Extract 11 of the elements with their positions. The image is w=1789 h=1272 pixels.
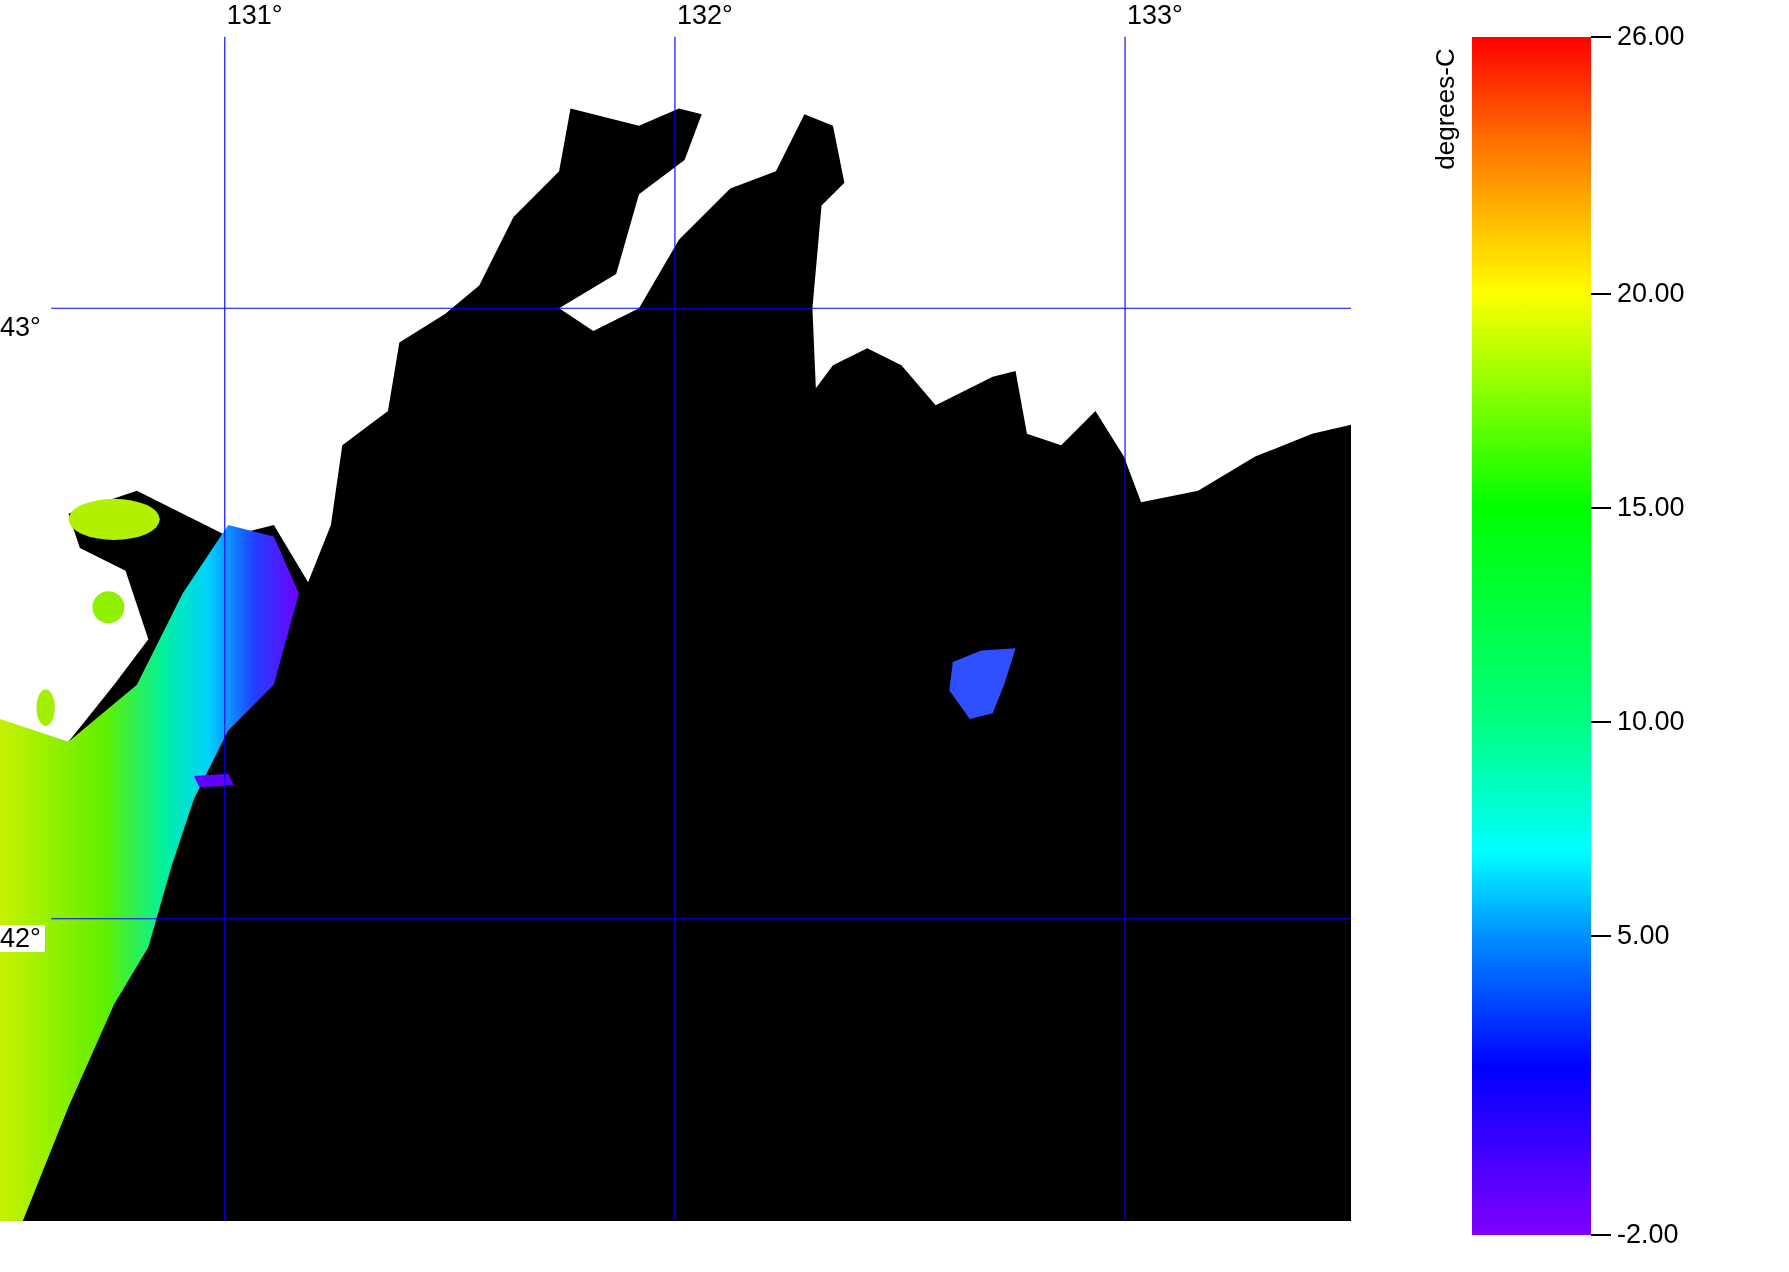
colorbar-tick-label: 26.00 bbox=[1617, 23, 1685, 50]
colorbar-tick-label: 15.00 bbox=[1617, 493, 1685, 521]
longitude-label: 131° bbox=[226, 2, 283, 29]
colorbar-tick-label: 10.00 bbox=[1617, 707, 1685, 735]
colorbar-tick-label: 5.00 bbox=[1617, 921, 1670, 949]
colorbar-tick-label: 20.00 bbox=[1617, 279, 1685, 307]
longitude-label: 132° bbox=[676, 2, 733, 29]
colorbar-title: degrees-C bbox=[1432, 47, 1458, 172]
latitude-label: 42° bbox=[0, 924, 45, 952]
longitude-label: 133° bbox=[1127, 2, 1183, 29]
colorbar-tick-label: -2.00 bbox=[1617, 1221, 1679, 1248]
